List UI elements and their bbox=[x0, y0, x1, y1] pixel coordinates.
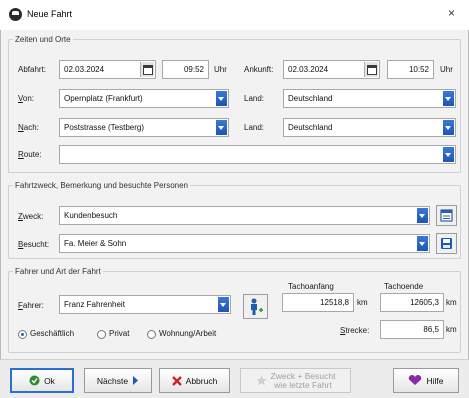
copy-last-purpose-label: Zweck + Besucht wie letzte Fahrt bbox=[271, 371, 336, 390]
distance-label: Strecke: bbox=[340, 326, 370, 335]
route-select[interactable] bbox=[59, 145, 456, 164]
to-country-value: Deutschland bbox=[288, 123, 333, 132]
visited-label: Besucht: bbox=[18, 240, 50, 249]
calendar-icon[interactable] bbox=[140, 62, 154, 77]
from-country-label: Land: bbox=[244, 94, 265, 103]
departure-time-unit: Uhr bbox=[214, 65, 227, 74]
tacho-start-field[interactable]: 12518,8 bbox=[282, 293, 354, 312]
help-button[interactable]: Hilfe bbox=[393, 368, 459, 393]
visited-select[interactable]: Fa. Meier & Sohn bbox=[59, 234, 430, 253]
check-icon bbox=[29, 375, 40, 386]
to-value: Poststrasse (Testberg) bbox=[64, 123, 145, 132]
trip-type-private-radio[interactable] bbox=[97, 330, 106, 339]
save-icon bbox=[441, 238, 452, 249]
driver-value: Franz Fahrenheit bbox=[64, 300, 125, 309]
dropdown-arrow-icon[interactable] bbox=[218, 297, 229, 312]
trip-type-commute-label[interactable]: Wohnung/Arbeit bbox=[159, 329, 216, 338]
departure-date-value: 02.03.2024 bbox=[64, 65, 105, 74]
help-label: Hilfe bbox=[426, 375, 444, 386]
visited-value: Fa. Meier & Sohn bbox=[64, 239, 127, 248]
calendar-icon[interactable] bbox=[364, 62, 378, 77]
arrival-time-field[interactable]: 10:52 bbox=[387, 60, 434, 79]
button-bar: Ok Nächste Abbruch Zweck + Besucht wie l… bbox=[0, 359, 469, 398]
departure-label: Abfahrt: bbox=[18, 65, 47, 74]
from-value: Opernplatz (Frankfurt) bbox=[64, 94, 143, 103]
copy-last-purpose-button[interactable]: Zweck + Besucht wie letzte Fahrt bbox=[240, 368, 351, 393]
tacho-end-unit: km bbox=[446, 298, 457, 307]
next-label: Nächste bbox=[96, 375, 129, 386]
distance-field[interactable]: 86,5 bbox=[380, 320, 444, 339]
to-country-select[interactable]: Deutschland bbox=[283, 118, 456, 137]
close-icon[interactable]: × bbox=[448, 7, 455, 19]
list-icon bbox=[440, 209, 453, 222]
purpose-legend: Fahrtzweck, Bemerkung und besuchte Perso… bbox=[15, 181, 188, 190]
tacho-start-unit: km bbox=[357, 298, 368, 307]
arrival-date-field[interactable]: 02.03.2024 bbox=[283, 60, 380, 79]
person-add-icon bbox=[251, 298, 263, 315]
cancel-x-icon bbox=[171, 375, 182, 386]
next-button[interactable]: Nächste bbox=[84, 368, 152, 393]
trip-type-business-radio[interactable] bbox=[18, 330, 27, 339]
departure-date-field[interactable]: 02.03.2024 bbox=[59, 60, 156, 79]
from-label: Von: bbox=[18, 94, 35, 103]
departure-time-field[interactable]: 09:52 bbox=[162, 60, 209, 79]
title-bar: Neue Fahrt × bbox=[0, 0, 469, 30]
purpose-value: Kundenbesuch bbox=[64, 211, 118, 220]
arrow-right-icon bbox=[133, 376, 139, 385]
add-driver-button[interactable] bbox=[243, 294, 268, 319]
dropdown-arrow-icon[interactable] bbox=[443, 147, 454, 162]
times-places-legend: Zeiten und Orte bbox=[15, 35, 71, 44]
window-title: Neue Fahrt bbox=[27, 9, 73, 19]
cancel-button[interactable]: Abbruch bbox=[159, 368, 230, 393]
distance-unit: km bbox=[446, 325, 457, 334]
star-icon bbox=[256, 375, 267, 386]
dropdown-arrow-icon[interactable] bbox=[417, 236, 428, 251]
app-icon bbox=[9, 8, 22, 21]
arrival-date-value: 02.03.2024 bbox=[288, 65, 329, 74]
help-icon bbox=[409, 375, 422, 385]
dropdown-arrow-icon[interactable] bbox=[216, 120, 227, 135]
to-select[interactable]: Poststrasse (Testberg) bbox=[59, 118, 229, 137]
dropdown-arrow-icon[interactable] bbox=[216, 91, 227, 106]
purpose-list-button[interactable] bbox=[436, 205, 457, 226]
purpose-label: Zweck: bbox=[18, 212, 44, 221]
arrival-time-unit: Uhr bbox=[440, 65, 453, 74]
driver-legend: Fahrer und Art der Fahrt bbox=[15, 267, 101, 276]
to-label: Nach: bbox=[18, 123, 39, 132]
cancel-label: Abbruch bbox=[185, 375, 218, 386]
route-label: Route: bbox=[18, 150, 42, 159]
trip-type-private-label[interactable]: Privat bbox=[109, 329, 129, 338]
copy-last-purpose-line2: wie letzte Fahrt bbox=[274, 379, 332, 390]
dropdown-arrow-icon[interactable] bbox=[443, 91, 454, 106]
to-country-label: Land: bbox=[244, 123, 265, 132]
ok-label: Ok bbox=[44, 375, 55, 386]
ok-button[interactable]: Ok bbox=[10, 368, 74, 393]
dropdown-arrow-icon[interactable] bbox=[443, 120, 454, 135]
from-country-value: Deutschland bbox=[288, 94, 333, 103]
arrival-label: Ankunft: bbox=[244, 65, 274, 74]
tacho-start-label: Tachoanfang bbox=[288, 282, 334, 291]
driver-label: Fahrer: bbox=[18, 301, 44, 310]
tacho-end-label: Tachoende bbox=[384, 282, 424, 291]
visited-save-button[interactable] bbox=[436, 233, 457, 254]
tacho-end-field[interactable]: 12605,3 bbox=[380, 293, 444, 312]
driver-select[interactable]: Franz Fahrenheit bbox=[59, 295, 231, 314]
dropdown-arrow-icon[interactable] bbox=[417, 208, 428, 223]
purpose-select[interactable]: Kundenbesuch bbox=[59, 206, 430, 225]
trip-type-commute-radio[interactable] bbox=[147, 330, 156, 339]
from-country-select[interactable]: Deutschland bbox=[283, 89, 456, 108]
trip-type-business-label[interactable]: Geschäftlich bbox=[30, 329, 74, 338]
from-select[interactable]: Opernplatz (Frankfurt) bbox=[59, 89, 229, 108]
